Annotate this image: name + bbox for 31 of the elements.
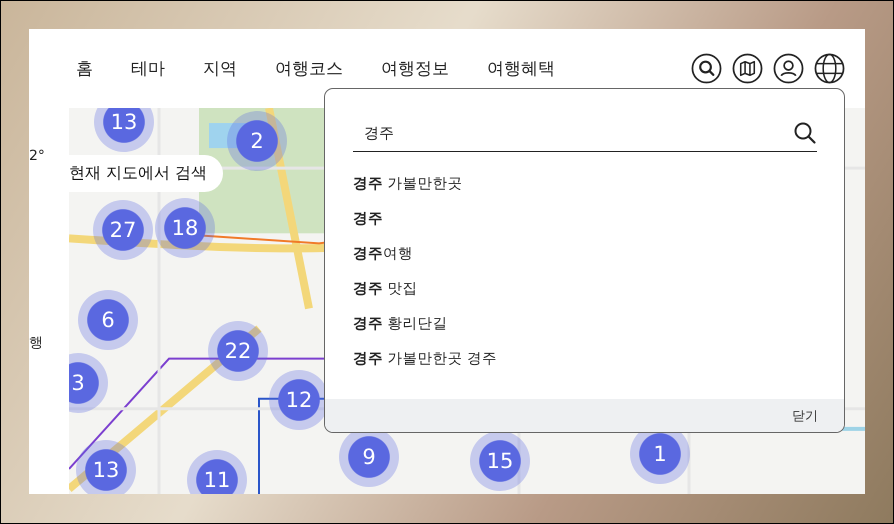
panel-text: 2° — [29, 148, 45, 164]
suggestion-item[interactable]: 경주 — [353, 209, 844, 244]
nav-link[interactable]: 홈 — [76, 57, 93, 80]
cluster-marker[interactable]: 2 — [227, 111, 287, 171]
cluster-marker[interactable]: 11 — [187, 450, 247, 494]
cluster-marker[interactable]: 18 — [155, 198, 215, 258]
suggestion-item[interactable]: 경주 맛집 — [353, 279, 844, 314]
nav-link[interactable]: 여행정보 — [381, 57, 449, 80]
cluster-marker[interactable]: 27 — [93, 200, 153, 260]
suggestion-item[interactable]: 경주 황리단길 — [353, 314, 844, 349]
close-button[interactable]: 닫기 — [786, 406, 824, 426]
cluster-marker[interactable]: 6 — [78, 290, 138, 350]
suggestion-item[interactable]: 경주 가볼만한곳 경주 — [353, 349, 844, 384]
nav-link[interactable]: 여행혜택 — [487, 57, 555, 80]
nav-link[interactable]: 지역 — [203, 57, 237, 80]
cluster-marker[interactable]: 22 — [208, 321, 268, 381]
user-icon[interactable] — [773, 53, 804, 84]
nav-link[interactable]: 테마 — [131, 57, 165, 80]
map-icon[interactable] — [732, 53, 763, 84]
cluster-marker[interactable]: 13 — [94, 108, 154, 152]
suggestion-item[interactable]: 경주여행 — [353, 244, 844, 279]
nav-link[interactable]: 여행코스 — [275, 57, 343, 80]
panel-text: 행 — [29, 334, 43, 352]
cluster-marker[interactable]: 15 — [470, 431, 530, 491]
search-icon[interactable] — [691, 53, 722, 84]
suggestion-item[interactable]: 경주 가볼만한곳 — [353, 174, 844, 209]
globe-icon[interactable] — [814, 53, 845, 84]
cluster-marker[interactable]: 13 — [76, 440, 136, 494]
search-icon[interactable] — [793, 121, 817, 145]
cluster-marker[interactable]: 3 — [69, 353, 108, 413]
search-field[interactable]: 경주 — [353, 123, 793, 143]
